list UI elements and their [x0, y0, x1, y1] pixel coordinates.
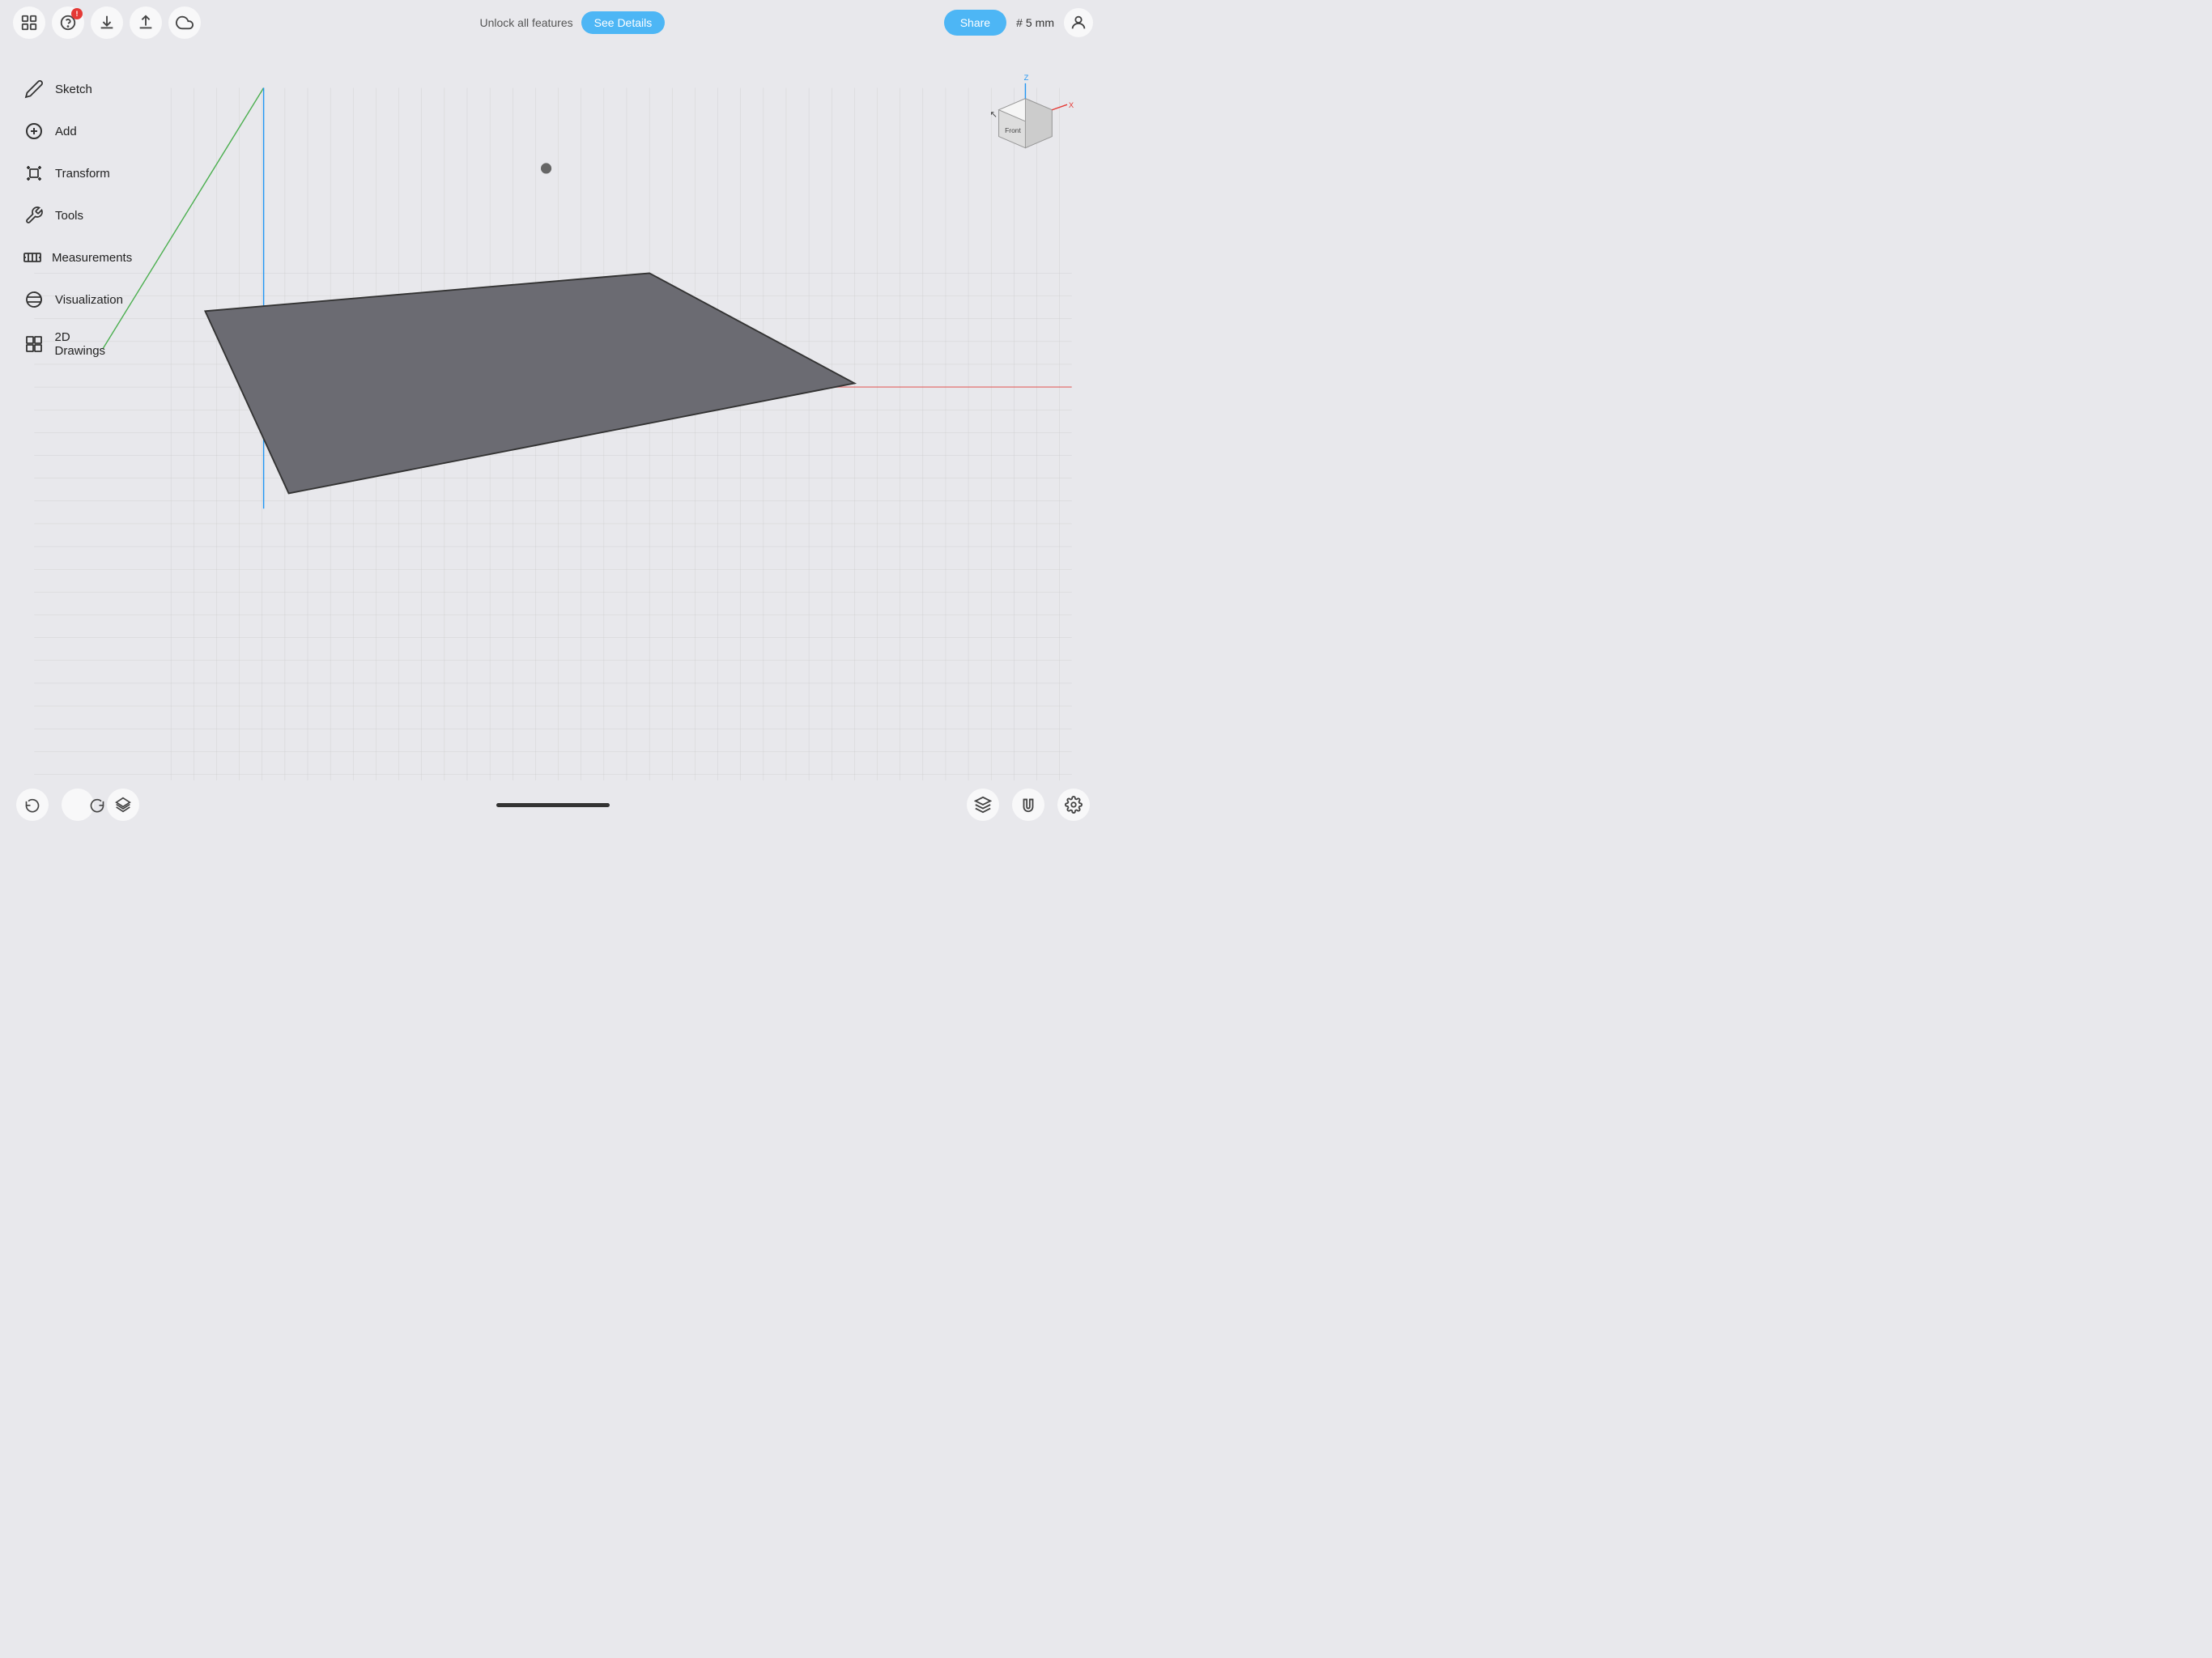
toolbar-right: Share # 5 mm	[944, 8, 1093, 37]
add-icon	[23, 120, 45, 142]
viewport-canvas: Z X Front ↖	[0, 45, 1106, 780]
measurements-icon	[23, 246, 42, 269]
toolbar-center: Unlock all features See Details	[201, 11, 944, 34]
transform-icon	[23, 162, 45, 185]
measurement-unit: mm	[1036, 16, 1054, 29]
bottom-left-controls	[16, 789, 139, 821]
svg-text:Front: Front	[1005, 126, 1021, 134]
drawings-icon	[23, 333, 45, 355]
layers-stack-button[interactable]	[967, 789, 999, 821]
add-label: Add	[55, 125, 77, 138]
measurement-display: # 5 mm	[1016, 16, 1054, 29]
undo-button[interactable]	[16, 789, 49, 821]
see-details-button[interactable]: See Details	[581, 11, 666, 34]
top-toolbar: ! Unlock all features See Details Sha	[0, 0, 1106, 45]
download-button[interactable]	[91, 6, 123, 39]
sidebar-item-sketch[interactable]: Sketch	[6, 70, 139, 108]
svg-text:Z: Z	[1024, 74, 1029, 82]
measurement-hash: #	[1016, 16, 1023, 29]
apps-button[interactable]	[13, 6, 45, 39]
transform-label: Transform	[55, 167, 110, 181]
magnet-button[interactable]	[1012, 789, 1044, 821]
notification-badge: !	[71, 8, 83, 19]
sidebar-item-add[interactable]: Add	[6, 112, 139, 151]
export-button[interactable]	[130, 6, 162, 39]
settings-button[interactable]	[1057, 789, 1090, 821]
bottom-right-controls	[967, 789, 1090, 821]
sidebar-item-visualization[interactable]: Visualization	[6, 280, 139, 319]
svg-text:↖: ↖	[989, 110, 997, 120]
sidebar-item-measurements[interactable]: Measurements	[6, 238, 139, 277]
unlock-text: Unlock all features	[479, 16, 572, 29]
share-button[interactable]: Share	[944, 10, 1006, 36]
home-indicator-container	[496, 803, 610, 807]
home-indicator	[496, 803, 610, 807]
sidebar-item-tools[interactable]: Tools	[6, 196, 139, 235]
bottom-toolbar	[0, 780, 1106, 829]
visualization-icon	[23, 288, 45, 311]
tools-label: Tools	[55, 209, 83, 223]
sketch-label: Sketch	[55, 83, 92, 96]
tools-icon	[23, 204, 45, 227]
visualization-label: Visualization	[55, 293, 123, 307]
sidebar-item-transform[interactable]: Transform	[6, 154, 139, 193]
measurements-label: Measurements	[52, 251, 132, 265]
sidebar-item-2d-drawings[interactable]: 2D Drawings	[6, 322, 139, 366]
profile-button[interactable]	[1064, 8, 1093, 37]
drawings-label: 2D Drawings	[55, 330, 123, 358]
sketch-icon	[23, 78, 45, 100]
measurement-value: 5	[1026, 16, 1032, 29]
cloud-button[interactable]	[168, 6, 201, 39]
redo-button[interactable]	[62, 789, 94, 821]
help-button[interactable]: !	[52, 6, 84, 39]
left-sidebar: Sketch Add Transform Tools	[0, 45, 146, 780]
svg-text:X: X	[1069, 101, 1074, 109]
3d-viewport[interactable]: Z X Front ↖	[0, 45, 1106, 780]
toolbar-left: !	[13, 6, 201, 39]
layers-button[interactable]	[107, 789, 139, 821]
